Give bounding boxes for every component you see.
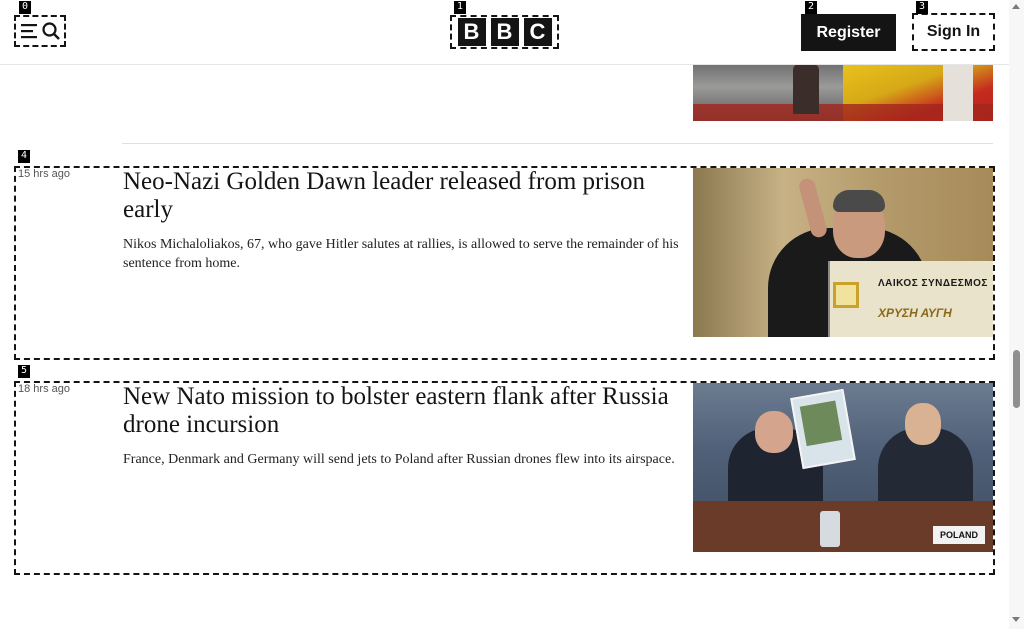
marker-4: 4 <box>18 150 30 163</box>
article-timestamp: 15 hrs ago <box>18 168 70 180</box>
menu-search-button[interactable] <box>14 15 66 47</box>
search-icon <box>41 22 60 40</box>
article-headline[interactable]: Neo-Nazi Golden Dawn leader released fro… <box>123 168 683 224</box>
page-scrollbar[interactable] <box>1009 0 1024 629</box>
sign-in-button[interactable]: Sign In <box>912 13 995 51</box>
logo-letter-c: C <box>523 18 552 46</box>
site-header: B B C Register Sign In <box>0 0 1009 65</box>
hamburger-menu-icon <box>20 24 37 39</box>
bbc-logo[interactable]: B B C <box>450 15 559 49</box>
marker-3: 3 <box>916 1 928 14</box>
scroll-down-arrow-icon[interactable] <box>1012 617 1020 622</box>
logo-letter-b2: B <box>490 18 519 46</box>
scrollbar-thumb[interactable] <box>1013 350 1020 408</box>
article-timestamp: 18 hrs ago <box>18 383 70 395</box>
marker-0: 0 <box>19 1 31 14</box>
image-podium-text: ΛΑΙΚΟΣ ΣΥΝΔΕΣΜΟΣ <box>878 278 988 289</box>
article-card[interactable]: 18 hrs ago New Nato mission to bolster e… <box>14 381 995 575</box>
article-image[interactable]: ΛΑΙΚΟΣ ΣΥΝΔΕΣΜΟΣ ΧΡΥΣΗ ΑΥΓΗ <box>693 168 993 337</box>
emblem-icon <box>833 282 859 308</box>
logo-letter-b1: B <box>457 18 486 46</box>
marker-1: 1 <box>454 1 466 14</box>
marker-2: 2 <box>805 1 817 14</box>
article-card[interactable]: 15 hrs ago Neo-Nazi Golden Dawn leader r… <box>14 166 995 360</box>
image-name-tag: POLAND <box>933 526 985 544</box>
previous-article-image[interactable] <box>693 64 993 121</box>
scroll-up-arrow-icon[interactable] <box>1012 4 1020 9</box>
article-image[interactable]: POLAND <box>693 383 993 552</box>
article-divider <box>122 143 993 144</box>
image-podium-text-2: ΧΡΥΣΗ ΑΥΓΗ <box>878 306 952 320</box>
marker-5: 5 <box>18 365 30 378</box>
register-button[interactable]: Register <box>801 14 896 51</box>
article-summary: Nikos Michaloliakos, 67, who gave Hitler… <box>123 237 679 271</box>
article-headline[interactable]: New Nato mission to bolster eastern flan… <box>123 383 683 439</box>
article-summary: France, Denmark and Germany will send je… <box>123 452 675 467</box>
